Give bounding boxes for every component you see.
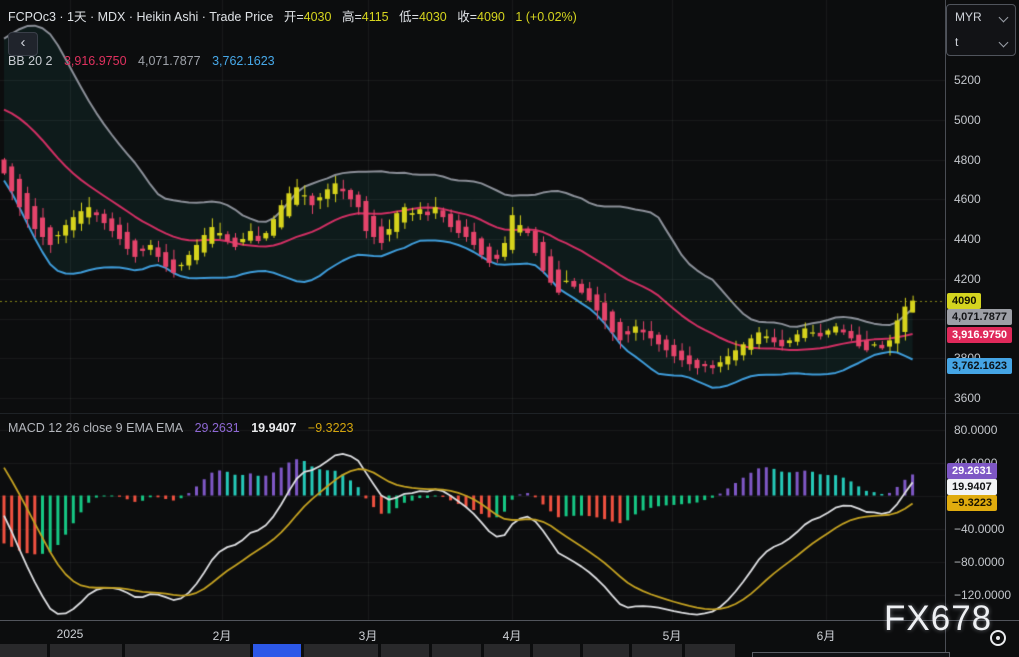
chevron-left-icon: ‹ [21,34,26,51]
chevron-down-icon [999,38,1009,48]
unit-dropdown[interactable]: t [947,30,1015,55]
macd-legend-title: MACD 12 26 close 9 EMA EMA [8,421,183,435]
macd_line-badge: 19.9407 [947,479,997,495]
bottom-strip-active-cell[interactable] [253,644,301,657]
bb_upper-badge: 4,071.7877 [947,309,1012,325]
fx678-logo-icon [990,630,1006,646]
price-tick: 5200 [954,73,981,87]
price-tick: 5000 [954,113,981,127]
symbol-title: FCPOc3 · 1天 · MDX · Heikin Ashi · Trade … [8,10,273,24]
bb-indicator-legend[interactable]: BB 20 2 3,916.9750 4,071.7877 3,762.1623 [8,54,283,68]
bottom-strip-cell[interactable] [381,644,429,657]
price-tick: 4600 [954,192,981,206]
bottom-strip-cell[interactable] [125,644,250,657]
trading-chart-app: FCPOc3 · 1天 · MDX · Heikin Ashi · Trade … [0,0,1019,657]
timeline-label[interactable]: 5月 [663,627,682,644]
bb_lower-badge: 3,762.1623 [947,358,1012,374]
fx678-watermark: FX678 [884,599,992,639]
timeline-label[interactable]: 3月 [359,627,378,644]
ohlc-low: 低=4030 [399,10,447,24]
unit-value: t [955,35,958,49]
bottom-strip-cell[interactable] [0,644,47,657]
bottom-strip-box[interactable] [752,652,950,657]
price-tick: 4200 [954,272,981,286]
macd_signal-badge: −9.3223 [947,495,997,511]
back-button[interactable]: ‹ [8,32,38,56]
timeline-label[interactable]: 2025 [57,627,84,641]
price-tick: 4400 [954,232,981,246]
bb-upper-value: 4,071.7877 [138,54,201,68]
macd-tick: −80.0000 [954,555,1004,569]
chevron-down-icon [999,13,1009,23]
ohlc-close: 收=4090 [457,10,505,24]
bottom-strip-cell[interactable] [304,644,378,657]
currency-dropdown[interactable]: MYR [947,5,1015,30]
macd-tick: 80.0000 [954,423,997,437]
axis-dropdown-box: MYR t [946,4,1016,56]
bottom-strip-cell[interactable] [50,644,122,657]
chart-header: FCPOc3 · 1天 · MDX · Heikin Ashi · Trade … [8,6,577,25]
macd_hist-badge: 29.2631 [947,463,997,479]
timeline-divider [0,620,1019,621]
bottom-strip-cell[interactable] [432,644,481,657]
macd-signal-value: −9.3223 [308,421,354,435]
ohlc-open: 开=4030 [284,10,332,24]
bottom-strip-cell[interactable] [632,644,682,657]
bottom-strip-cell[interactable] [533,644,580,657]
macd-tick: −40.0000 [954,522,1004,536]
timeline-label[interactable]: 2月 [213,627,232,644]
price-tick: 3600 [954,391,981,405]
currency-value: MYR [955,10,982,24]
ohlc-high: 高=4115 [342,10,389,24]
macd-line-value: 19.9407 [251,421,296,435]
last_price-badge: 4090 [947,293,981,309]
bb-legend-title: BB 20 2 [8,54,52,68]
bottom-strip-cell[interactable] [484,644,530,657]
macd-hist-value: 29.2631 [195,421,240,435]
bottom-strip-cell[interactable] [583,644,629,657]
timeline-label[interactable]: 6月 [817,627,836,644]
price-axis[interactable]: 52005000480046004400420040003800360080.0… [945,0,1019,657]
change-percent: 1 (+0.02%) [515,10,577,24]
bb_basis-badge: 3,916.9750 [947,327,1012,343]
macd-indicator-legend[interactable]: MACD 12 26 close 9 EMA EMA 29.2631 19.94… [8,421,361,435]
timeline-label[interactable]: 4月 [503,627,522,644]
pane-divider[interactable] [0,413,1019,414]
bb-lower-value: 3,762.1623 [212,54,275,68]
bb-basis-value: 3,916.9750 [64,54,127,68]
bottom-strip-cell[interactable] [685,644,735,657]
price-tick: 4800 [954,153,981,167]
chart-canvas[interactable] [0,0,945,657]
